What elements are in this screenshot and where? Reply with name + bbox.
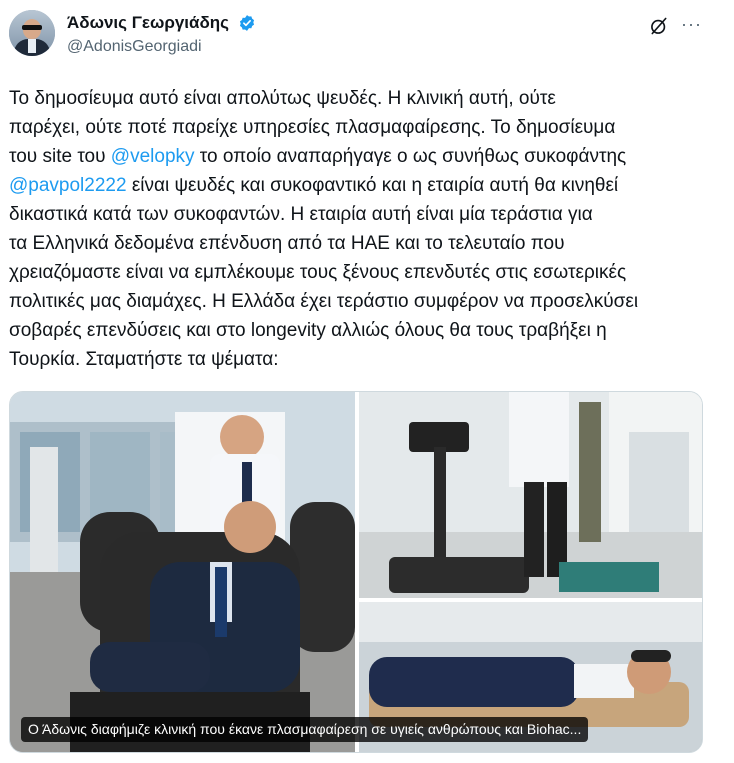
grok-icon[interactable] bbox=[649, 16, 669, 36]
media-grid[interactable] bbox=[9, 391, 703, 753]
mention-velopky[interactable]: @velopky bbox=[111, 146, 195, 167]
author-name[interactable]: Άδωνις Γεωργιάδης bbox=[67, 13, 229, 33]
avatar[interactable] bbox=[9, 10, 55, 56]
tweet-text: Το δημοσίευμα αυτό είναι απολύτως ψευδές… bbox=[9, 88, 639, 370]
verified-badge-icon bbox=[239, 15, 255, 31]
more-icon[interactable]: ··· bbox=[681, 14, 702, 35]
photo-massage-chair[interactable] bbox=[10, 392, 355, 752]
author-handle[interactable]: @AdonisGeorgiadi bbox=[67, 38, 202, 56]
mention-pavpol2222[interactable]: @pavpol2222 bbox=[9, 175, 127, 196]
photo-body-scanner[interactable] bbox=[359, 392, 702, 598]
media-caption: Ο Άδωνις διαφήμιζε κλινική που έκανε πλα… bbox=[21, 717, 589, 742]
